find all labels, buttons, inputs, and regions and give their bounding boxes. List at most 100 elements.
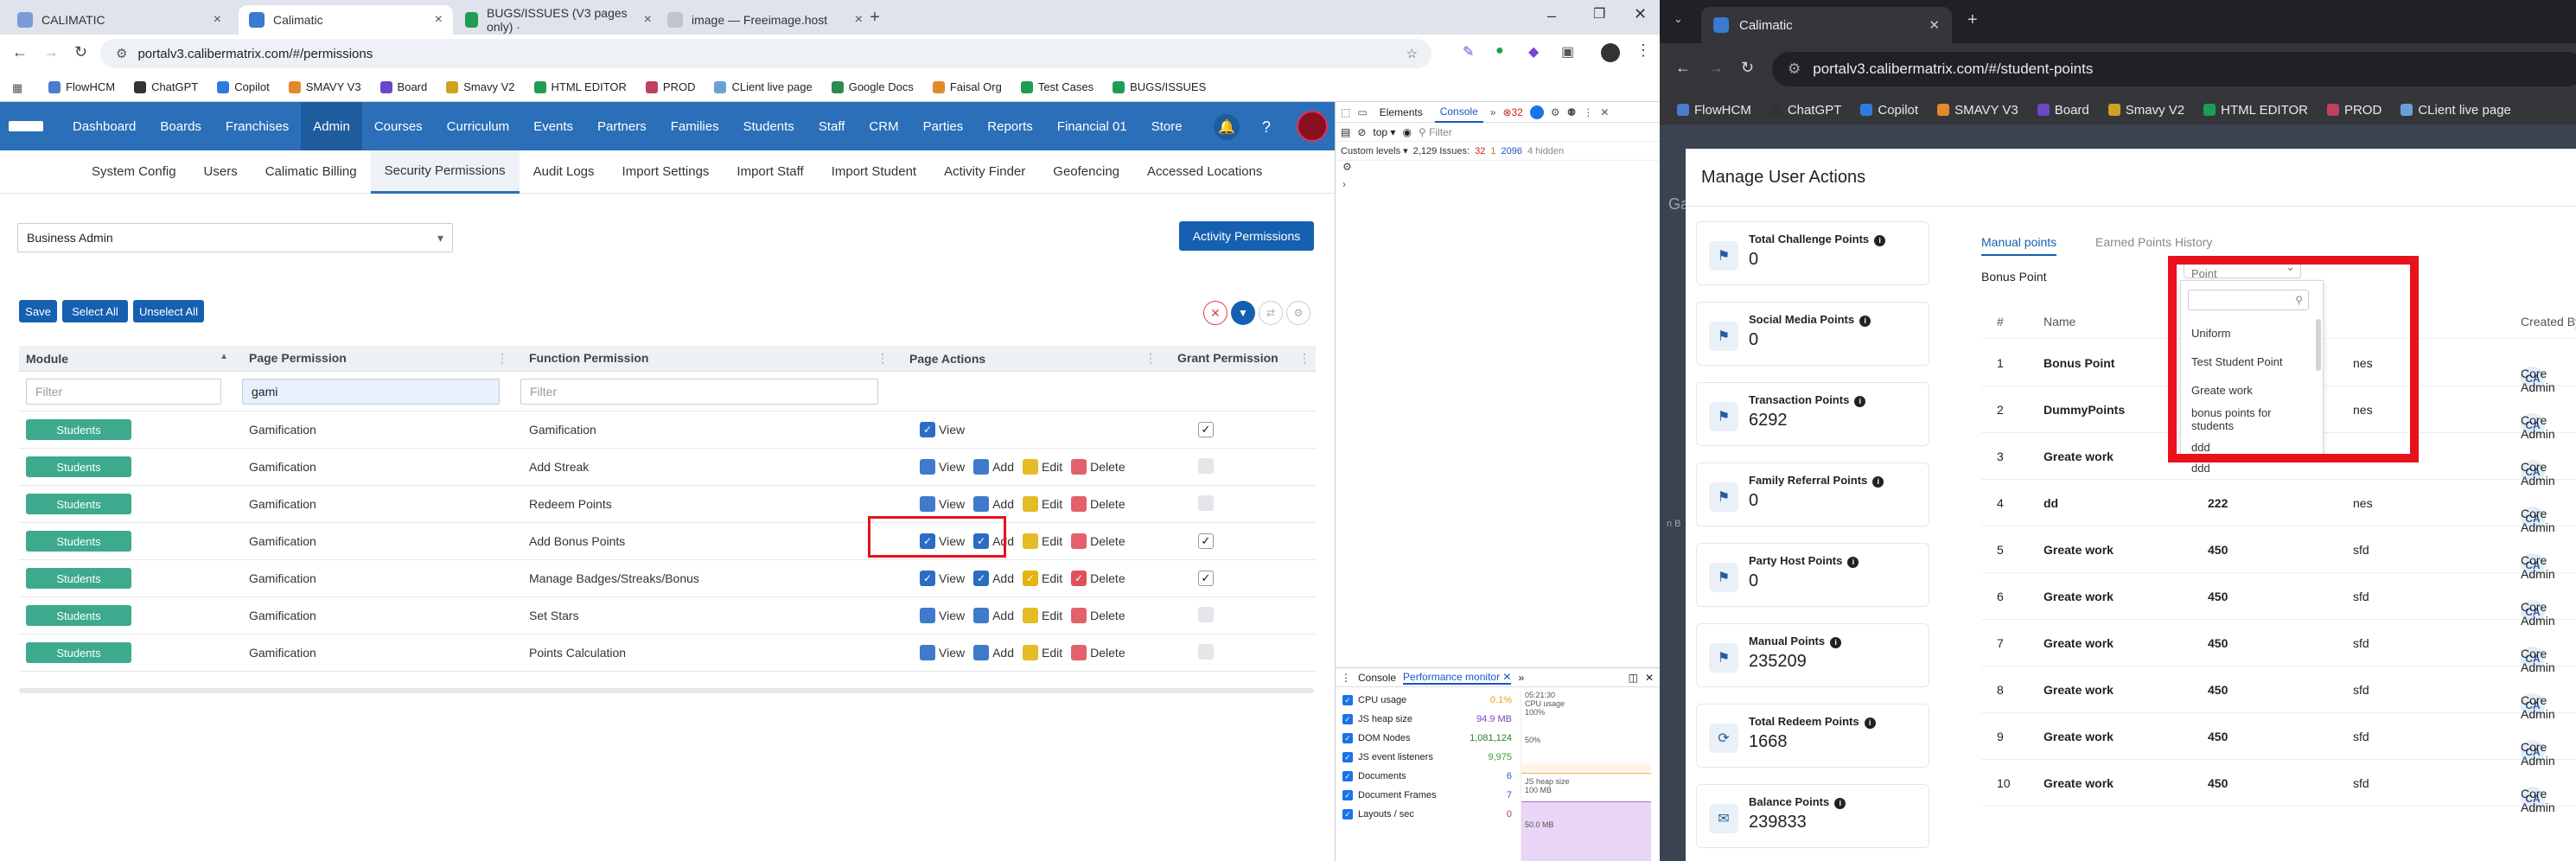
puzzle-icon[interactable]: ▣: [1561, 43, 1574, 61]
edit-checkbox[interactable]: ✓ Edit: [1023, 571, 1062, 586]
info-icon[interactable]: i: [1847, 556, 1859, 568]
site-info-icon[interactable]: ⚙: [116, 46, 127, 61]
profile-icon[interactable]: [1601, 43, 1620, 62]
bookmark-item[interactable]: SMAVY V3: [1937, 103, 2018, 118]
subnav-system-config[interactable]: System Config: [78, 150, 190, 194]
menu-icon[interactable]: ⋮: [1636, 41, 1651, 60]
star-icon[interactable]: ☆: [1406, 46, 1418, 61]
view-checkbox[interactable]: View: [920, 496, 965, 512]
view-checkbox[interactable]: View: [920, 608, 965, 623]
delete-checkbox[interactable]: Delete: [1071, 645, 1125, 660]
check-icon[interactable]: ✓: [1342, 733, 1353, 743]
reload-icon[interactable]: ↻: [74, 43, 87, 61]
check-icon[interactable]: ✓: [1342, 771, 1353, 781]
bookmark-item[interactable]: Smavy V2: [446, 80, 515, 93]
close-icon[interactable]: ✕: [1600, 106, 1609, 118]
sort-asc-icon[interactable]: ▲: [220, 352, 228, 366]
bookmark-item[interactable]: BUGS/ISSUES: [1113, 80, 1206, 93]
sidebar-icon[interactable]: ▤: [1341, 126, 1350, 138]
new-tab-icon[interactable]: +: [1967, 10, 1978, 30]
issues-count[interactable]: 2,129 Issues:: [1413, 146, 1470, 156]
bookmark-item[interactable]: FlowHCM: [48, 80, 115, 93]
grant-checkbox[interactable]: ✓: [1198, 422, 1214, 437]
dock-icon[interactable]: ◫: [1629, 672, 1638, 684]
horizontal-scrollbar[interactable]: [19, 688, 1314, 693]
more-tabs-icon[interactable]: »: [1518, 672, 1524, 684]
bookmark-item[interactable]: HTML EDITOR: [533, 80, 627, 93]
edit-checkbox[interactable]: Edit: [1023, 608, 1062, 623]
info-icon[interactable]: i: [1854, 395, 1866, 407]
select-all-button[interactable]: Select All: [62, 300, 128, 322]
nav-item-families[interactable]: Families: [659, 102, 731, 150]
close-icon[interactable]: ✕: [1929, 17, 1940, 33]
console-settings-icon[interactable]: ⚙: [1336, 161, 1660, 178]
grant-checkbox[interactable]: ✓: [1198, 533, 1214, 549]
error-badge[interactable]: ⊗32: [1502, 106, 1522, 118]
view-checkbox[interactable]: ✓ View: [920, 422, 965, 437]
bookmark-item[interactable]: PROD: [2326, 103, 2382, 118]
delete-checkbox[interactable]: Delete: [1071, 459, 1125, 475]
bookmark-item[interactable]: Smavy V2: [2107, 103, 2184, 118]
check-icon[interactable]: ✓: [1342, 752, 1353, 762]
unselect-all-button[interactable]: Unselect All: [133, 300, 204, 322]
context-select[interactable]: top ▾: [1373, 126, 1395, 138]
subnav-import-settings[interactable]: Import Settings: [609, 150, 724, 194]
apps-icon[interactable]: ▦: [12, 81, 22, 95]
bell-icon[interactable]: 🔔: [1214, 114, 1240, 140]
column-resize-icon[interactable]: ⋮: [1145, 351, 1157, 366]
eye-icon[interactable]: ◉: [1402, 126, 1411, 138]
back-icon[interactable]: ←: [12, 43, 28, 61]
col-page-permission[interactable]: Page Permission ⋮: [240, 351, 520, 366]
edit-checkbox[interactable]: Edit: [1023, 459, 1062, 475]
subnav-activity-finder[interactable]: Activity Finder: [930, 150, 1039, 194]
add-checkbox[interactable]: Add: [973, 608, 1014, 623]
delete-checkbox[interactable]: Delete: [1071, 496, 1125, 512]
add-checkbox[interactable]: Add: [973, 459, 1014, 475]
edit-checkbox[interactable]: Edit: [1023, 496, 1062, 512]
console-prompt[interactable]: ›: [1336, 178, 1660, 195]
grant-checkbox[interactable]: [1198, 606, 1214, 622]
inspect-icon[interactable]: ⬚: [1341, 106, 1350, 118]
column-resize-icon[interactable]: ⋮: [877, 351, 889, 366]
add-checkbox[interactable]: ✓ Add: [973, 571, 1014, 586]
close-icon[interactable]: ✕: [1645, 672, 1654, 684]
bookmark-item[interactable]: Faisal Org: [932, 80, 1002, 93]
column-resize-icon[interactable]: ⋮: [1298, 351, 1310, 366]
column-resize-icon[interactable]: ⋮: [496, 351, 508, 366]
browser-tab-1[interactable]: Calimatic ×: [239, 5, 453, 35]
check-icon[interactable]: ✓: [1342, 695, 1353, 705]
nav-item-dashboard[interactable]: Dashboard: [61, 102, 148, 150]
info-icon[interactable]: i: [1859, 315, 1871, 327]
back-icon[interactable]: ←: [1675, 59, 1691, 77]
check-icon[interactable]: ✓: [1342, 790, 1353, 800]
close-window-icon[interactable]: ✕: [1634, 5, 1647, 23]
tab-elements[interactable]: Elements: [1374, 106, 1428, 118]
bookmark-item[interactable]: CLient live page: [2401, 103, 2511, 118]
module-filter-input[interactable]: Filter: [26, 378, 221, 405]
nav-item-store[interactable]: Store: [1139, 102, 1195, 150]
delete-checkbox[interactable]: Delete: [1071, 608, 1125, 623]
block-icon[interactable]: ⊘: [1357, 126, 1366, 138]
reload-icon[interactable]: ↻: [1741, 59, 1754, 77]
info-icon[interactable]: i: [1874, 234, 1886, 246]
extension-icon[interactable]: ◆: [1528, 43, 1539, 61]
nav-item-admin[interactable]: Admin: [301, 102, 362, 150]
grant-checkbox[interactable]: ✓: [1198, 571, 1214, 586]
nav-item-staff[interactable]: Staff: [807, 102, 858, 150]
nav-item-boards[interactable]: Boards: [148, 102, 214, 150]
settings-icon[interactable]: ⚙: [1551, 106, 1560, 118]
forward-icon[interactable]: →: [1708, 59, 1724, 77]
edit-checkbox[interactable]: Edit: [1023, 533, 1062, 549]
nav-item-events[interactable]: Events: [521, 102, 585, 150]
grant-checkbox[interactable]: [1198, 457, 1214, 474]
view-checkbox[interactable]: ✓ View: [920, 571, 965, 586]
dropdown-option[interactable]: ddd: [2181, 462, 2314, 474]
nav-item-parties[interactable]: Parties: [911, 102, 976, 150]
nav-item-partners[interactable]: Partners: [585, 102, 659, 150]
nav-item-financial-01[interactable]: Financial 01: [1045, 102, 1139, 150]
maximize-icon[interactable]: ❐: [1593, 5, 1605, 22]
ai-icon[interactable]: [1529, 105, 1544, 119]
tab-performance-monitor[interactable]: Performance monitor ✕: [1403, 671, 1512, 685]
bookmark-item[interactable]: Test Cases: [1020, 80, 1094, 93]
col-function-permission[interactable]: Function Permission ⋮: [520, 351, 901, 366]
